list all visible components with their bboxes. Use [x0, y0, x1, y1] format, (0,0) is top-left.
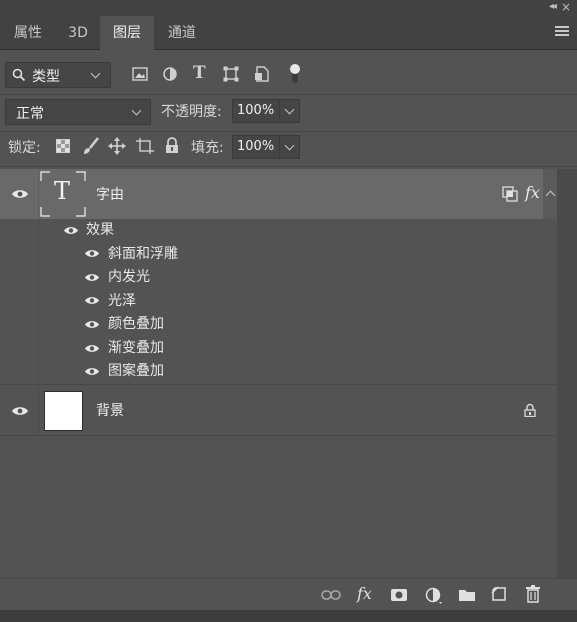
search-icon — [12, 68, 26, 82]
type-layer-filter-icon[interactable]: T — [193, 63, 206, 83]
tab-3d[interactable]: 3D — [56, 16, 100, 50]
layer-name-text[interactable]: 字由 — [96, 184, 124, 204]
background-layer-thumbnail[interactable] — [44, 391, 83, 431]
pixel-layer-filter-icon[interactable] — [132, 67, 148, 81]
layers-scrollbar[interactable] — [557, 169, 577, 578]
chevron-down-icon — [90, 68, 101, 79]
lock-image-pixels-icon[interactable] — [82, 137, 100, 155]
new-layer-icon[interactable] — [491, 586, 507, 602]
filter-kind-label: 类型 — [32, 69, 60, 85]
layer-row-text[interactable]: T 字由 fx — [0, 169, 557, 219]
visibility-eye-icon[interactable] — [84, 295, 100, 306]
lock-position-icon[interactable] — [108, 137, 126, 155]
fx-icon[interactable]: fx — [525, 183, 540, 202]
effect-color-overlay[interactable]: 颜色叠加 — [108, 313, 164, 333]
effect-gradient-overlay[interactable]: 渐变叠加 — [108, 337, 164, 357]
layer-row-background[interactable]: 背景 — [0, 384, 557, 436]
new-adjustment-layer-icon[interactable] — [425, 587, 443, 605]
linked-smart-object-icon — [502, 186, 518, 202]
visibility-eye-icon[interactable] — [11, 188, 29, 200]
filter-kind-dropdown[interactable]: 类型 — [5, 62, 111, 88]
filter-toggle-switch[interactable] — [288, 63, 302, 85]
layers-footer-toolbar: fx — [0, 578, 577, 610]
visibility-eye-icon[interactable] — [11, 405, 29, 417]
chevron-down-icon — [131, 105, 142, 116]
opacity-input[interactable]: 100% — [232, 99, 280, 123]
blend-mode-dropdown[interactable]: 正常 — [5, 99, 151, 125]
shape-layer-filter-icon[interactable] — [223, 66, 239, 82]
visibility-eye-icon[interactable] — [84, 272, 100, 283]
chevron-down-icon — [284, 140, 295, 151]
effect-satin[interactable]: 光泽 — [108, 290, 136, 310]
adjustment-layer-filter-icon[interactable] — [163, 67, 177, 81]
tab-properties[interactable]: 属性 — [0, 16, 56, 50]
delete-layer-icon[interactable] — [526, 585, 540, 603]
panel-titlebar — [0, 0, 577, 16]
visibility-eye-icon[interactable] — [84, 319, 100, 330]
lock-label: 锁定: — [8, 140, 41, 156]
visibility-eye-icon[interactable] — [84, 248, 100, 259]
tab-bar: 属性 3D 图层 通道 — [0, 16, 577, 51]
effects-label: 效果 — [86, 222, 114, 238]
chevron-down-icon — [284, 104, 295, 115]
effect-pattern-overlay[interactable]: 图案叠加 — [108, 360, 164, 380]
fill-input[interactable]: 100% — [232, 135, 280, 159]
effects-collapse-toggle[interactable] — [543, 169, 557, 219]
opacity-dropdown-button[interactable] — [280, 99, 300, 123]
chevron-up-icon — [545, 190, 556, 201]
lock-icon — [524, 403, 536, 417]
visibility-eye-icon[interactable] — [63, 225, 79, 236]
effect-inner-glow[interactable]: 内发光 — [108, 266, 150, 286]
lock-transparent-pixels-icon[interactable] — [56, 139, 70, 153]
lock-all-icon[interactable] — [165, 137, 179, 154]
panel-menu-icon[interactable] — [555, 26, 569, 38]
panel-resize-bar[interactable] — [0, 610, 577, 622]
close-panel-icon[interactable]: × — [561, 0, 571, 14]
tab-layers[interactable]: 图层 — [100, 16, 154, 51]
add-layer-style-icon[interactable]: fx — [357, 584, 372, 603]
blend-mode-value: 正常 — [16, 106, 44, 122]
collapse-panel-icon[interactable]: ◂◂ — [549, 1, 557, 12]
opacity-label: 不透明度: — [161, 104, 222, 120]
type-t-icon: T — [54, 177, 71, 205]
add-mask-icon[interactable] — [390, 588, 408, 602]
fill-dropdown-button[interactable] — [280, 135, 300, 159]
visibility-eye-icon[interactable] — [84, 366, 100, 377]
effect-bevel-emboss[interactable]: 斜面和浮雕 — [108, 243, 178, 263]
layer-name-background[interactable]: 背景 — [96, 400, 124, 420]
lock-artboard-icon[interactable] — [136, 138, 154, 154]
tab-channels[interactable]: 通道 — [154, 16, 210, 50]
visibility-eye-icon[interactable] — [84, 343, 100, 354]
smart-object-filter-icon[interactable] — [254, 66, 270, 82]
link-layers-icon[interactable] — [321, 589, 341, 601]
fill-label: 填充: — [191, 140, 224, 156]
new-group-icon[interactable] — [458, 587, 476, 602]
